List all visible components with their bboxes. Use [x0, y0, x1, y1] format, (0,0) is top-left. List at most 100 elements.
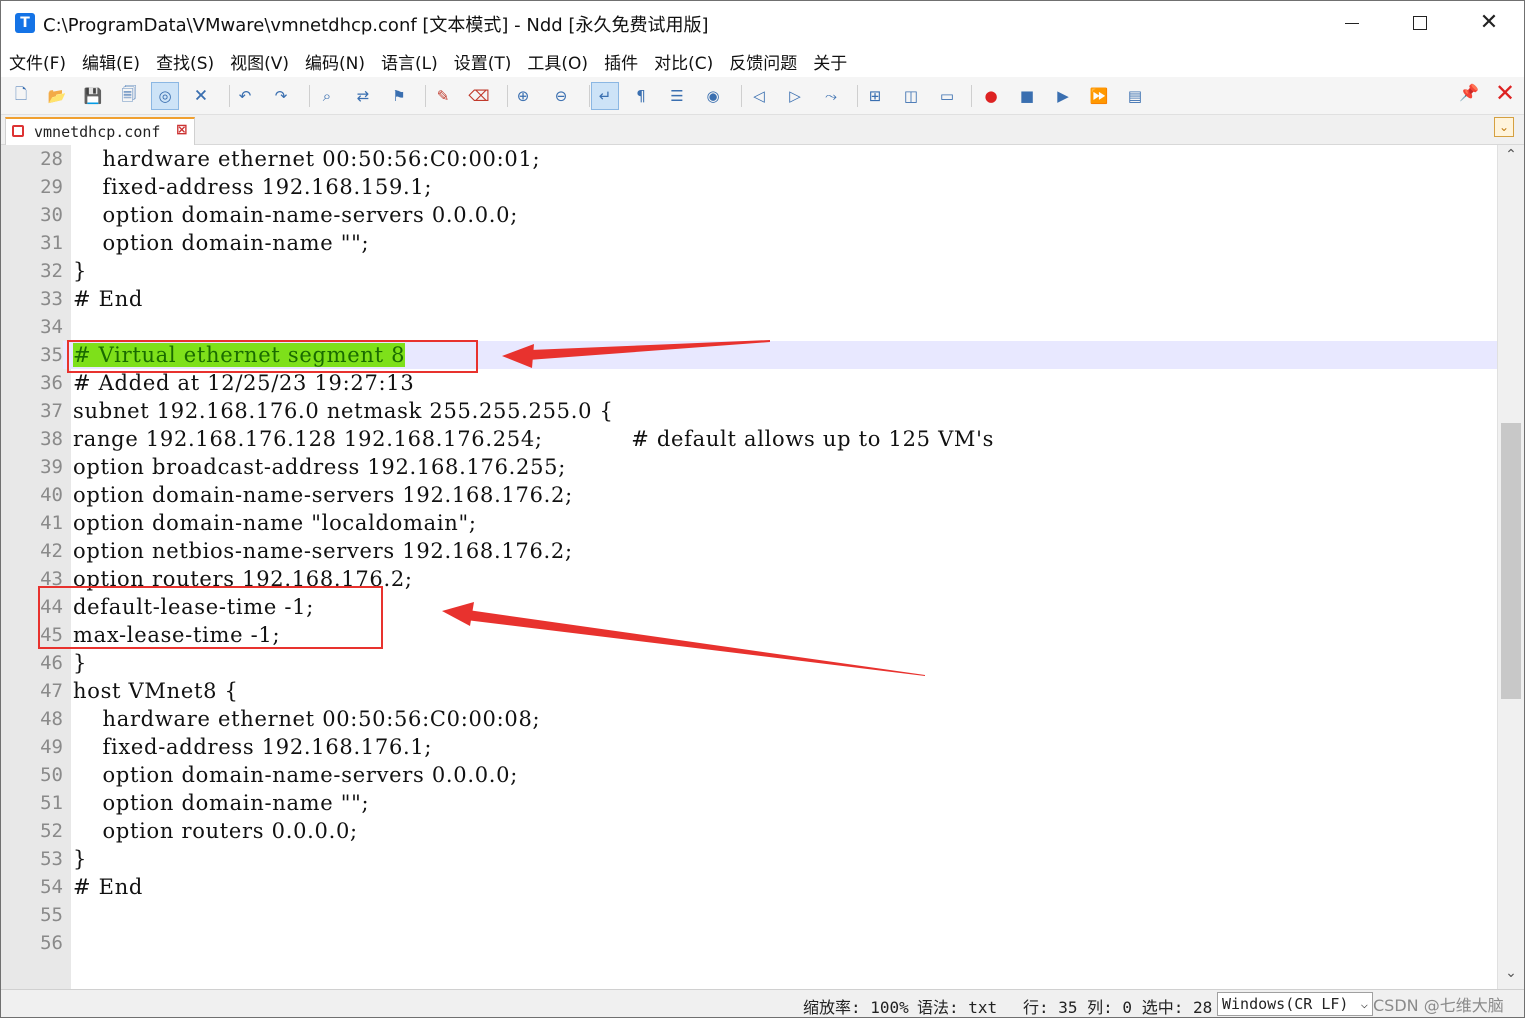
target-icon[interactable]: ◉	[699, 82, 727, 110]
editor-line[interactable]: 52 option routers 0.0.0.0;	[1, 817, 1497, 845]
editor-line[interactable]: 49 fixed-address 192.168.176.1;	[1, 733, 1497, 761]
marker-icon[interactable]: ✎	[429, 82, 457, 110]
menu-item-8[interactable]: 插件	[604, 49, 638, 74]
zoom-out-icon[interactable]: ⊖	[547, 82, 575, 110]
line-number: 36	[40, 372, 63, 394]
line-text: # Added at 12/25/23 19:27:13	[73, 371, 415, 395]
menu-item-6[interactable]: 设置(T)	[454, 49, 512, 74]
editor-line[interactable]: 33 # End	[1, 285, 1497, 313]
close-icon[interactable]: ✕	[1495, 79, 1515, 107]
editor-line[interactable]: 37 subnet 192.168.176.0 netmask 255.255.2…	[1, 397, 1497, 425]
find-icon[interactable]: ⌕	[313, 82, 341, 110]
menu-item-7[interactable]: 工具(O)	[527, 49, 588, 74]
editor-line[interactable]: 50 option domain-name-servers 0.0.0.0;	[1, 761, 1497, 789]
redo-icon[interactable]: ↷	[267, 82, 295, 110]
line-number: 34	[40, 316, 63, 338]
editor-line[interactable]: 32}	[1, 257, 1497, 285]
editor-line[interactable]: 54 # End	[1, 873, 1497, 901]
split-view-icon[interactable]: ◫	[897, 82, 925, 110]
eol-select[interactable]: Windows(CR LF) ⌵	[1217, 992, 1373, 1016]
nav-back-icon[interactable]: ◁	[745, 82, 773, 110]
line-number: 39	[40, 456, 63, 478]
toolbar-separator	[741, 85, 742, 107]
title-bar[interactable]: T C:\ProgramData\VMware\vmnetdhcp.conf […	[1, 1, 1524, 45]
editor-line[interactable]: 40 option domain-name-servers 192.168.176…	[1, 481, 1497, 509]
play-macro-icon[interactable]: ▶	[1049, 82, 1077, 110]
line-number: 46	[40, 652, 63, 674]
undo-icon[interactable]: ↶	[231, 82, 259, 110]
line-text: # End	[73, 875, 144, 899]
save-macro-icon[interactable]: ▤	[1121, 82, 1149, 110]
editor-line[interactable]: 38 range 192.168.176.128 192.168.176.254;…	[1, 425, 1497, 453]
menu-item-0[interactable]: 文件(F)	[9, 49, 66, 74]
line-number: 42	[40, 540, 63, 562]
menu-item-11[interactable]: 关于	[813, 49, 847, 74]
close-file-icon[interactable]: 🗙	[187, 82, 215, 110]
editor-line[interactable]: 29 fixed-address 192.168.159.1;	[1, 173, 1497, 201]
editor-line[interactable]: 53}	[1, 845, 1497, 873]
replace-icon[interactable]: ⇄	[349, 82, 377, 110]
window-title: C:\ProgramData\VMware\vmnetdhcp.conf [文本…	[43, 15, 709, 36]
record-macro-icon[interactable]: ●	[977, 82, 1005, 110]
editor-line[interactable]: 56	[1, 929, 1497, 957]
scroll-up-icon[interactable]: ⌃	[1498, 147, 1524, 169]
editor-line[interactable]: 34	[1, 313, 1497, 341]
editor-line[interactable]: 28 hardware ethernet 00:50:56:C0:00:01;	[1, 145, 1497, 173]
menu-item-5[interactable]: 语言(L)	[381, 49, 438, 74]
menu-item-2[interactable]: 查找(S)	[156, 49, 214, 74]
editor-line[interactable]: 55	[1, 901, 1497, 929]
show-symbols-icon[interactable]: ¶	[627, 82, 655, 110]
editor-line[interactable]: 51 option domain-name "";	[1, 789, 1497, 817]
editor-line[interactable]: 39 option broadcast-address 192.168.176.2…	[1, 453, 1497, 481]
menu-item-1[interactable]: 编辑(E)	[82, 49, 140, 74]
menu-item-4[interactable]: 编码(N)	[305, 49, 365, 74]
goto-icon[interactable]: ⤳	[817, 82, 845, 110]
annotation-box-segment	[67, 340, 478, 373]
indent-guide-icon[interactable]: ☰	[663, 82, 691, 110]
stop-macro-icon[interactable]: ■	[1013, 82, 1041, 110]
pin-icon[interactable]: 📌	[1459, 83, 1479, 102]
editor-line[interactable]: 36 # Added at 12/25/23 19:27:13	[1, 369, 1497, 397]
line-text: hardware ethernet 00:50:56:C0:00:01;	[73, 147, 541, 171]
scroll-down-icon[interactable]: ⌄	[1498, 965, 1524, 987]
vertical-scrollbar[interactable]: ⌃ ⌄	[1497, 145, 1524, 989]
editor-line[interactable]: 48 hardware ethernet 00:50:56:C0:00:08;	[1, 705, 1497, 733]
editor-line[interactable]: 42 option netbios-name-servers 192.168.17…	[1, 537, 1497, 565]
file-mode-icon[interactable]: ◎	[151, 82, 179, 110]
maximize-button[interactable]	[1385, 1, 1455, 45]
bookmark-icon[interactable]: ⚑	[385, 82, 413, 110]
toolbar-separator	[971, 85, 972, 107]
editor-line[interactable]: 47 host VMnet8 {	[1, 677, 1497, 705]
save-all-icon[interactable]: 🗐	[115, 82, 143, 110]
new-file-icon[interactable]: 🗋	[7, 82, 35, 110]
line-text: # End	[73, 287, 144, 311]
tab-close-icon[interactable]: ⊠	[176, 122, 188, 138]
compare-icon[interactable]: ⊞	[861, 82, 889, 110]
editor-line[interactable]: 41 option domain-name "localdomain";	[1, 509, 1497, 537]
menu-item-9[interactable]: 对比(C)	[654, 49, 713, 74]
menu-item-10[interactable]: 反馈问题	[729, 49, 797, 74]
nav-forward-icon[interactable]: ▷	[781, 82, 809, 110]
word-wrap-icon[interactable]: ↵	[591, 82, 619, 110]
eraser-icon[interactable]: ⌫	[465, 82, 493, 110]
annotation-box-lease-time	[38, 586, 383, 649]
scrollbar-thumb[interactable]	[1501, 423, 1521, 699]
editor-line[interactable]: 31 option domain-name "";	[1, 229, 1497, 257]
zoom-in-icon[interactable]: ⊕	[509, 82, 537, 110]
editor-line[interactable]: 30 option domain-name-servers 0.0.0.0;	[1, 201, 1497, 229]
menu-item-3[interactable]: 视图(V)	[230, 49, 289, 74]
monitor-icon[interactable]: ▭	[933, 82, 961, 110]
tab-vmnetdhcp-conf[interactable]: vmnetdhcp.conf ⊠	[5, 117, 195, 145]
minimize-button[interactable]	[1317, 1, 1387, 45]
tab-list-dropdown-icon[interactable]: ⌄	[1494, 117, 1514, 137]
run-macro-multiple-icon[interactable]: ⏩	[1085, 82, 1113, 110]
toolbar-separator	[229, 85, 230, 107]
window-close-button[interactable]: ✕	[1454, 1, 1524, 45]
close-icon: ✕	[1479, 10, 1499, 35]
editor-line[interactable]: 46}	[1, 649, 1497, 677]
toolbar: 📌 ✕ 🗋 📂 💾 🗐 ◎ 🗙 ↶ ↷ ⌕ ⇄ ⚑ ✎ ⌫ ⊕ ⊖ ↵ ¶ ☰ ◉ ◁ ▷ ⤳ ⊞ ◫ ▭ ● ■ ▶ ⏩ ▤	[1, 77, 1524, 115]
line-number: 53	[40, 848, 63, 870]
save-icon[interactable]: 💾	[79, 82, 107, 110]
code-editor[interactable]: 28 hardware ethernet 00:50:56:C0:00:01; 2…	[1, 145, 1524, 989]
open-file-icon[interactable]: 📂	[43, 82, 71, 110]
